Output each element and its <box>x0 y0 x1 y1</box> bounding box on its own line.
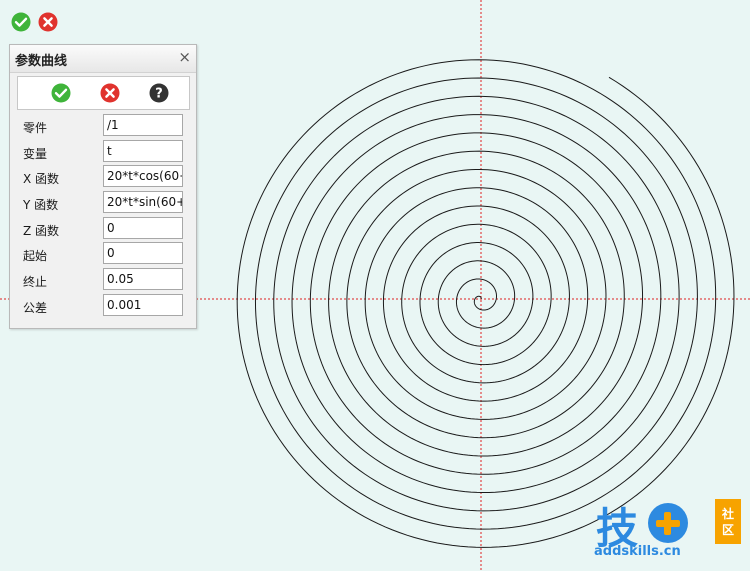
z-function-input[interactable] <box>103 216 183 239</box>
y-function-input[interactable] <box>103 191 183 214</box>
panel-button-row: ? <box>17 76 190 110</box>
cancel-button[interactable] <box>38 12 58 32</box>
logo-badge-text-2: 区 <box>721 522 734 537</box>
field-label-x-function: X 函数 <box>23 172 60 187</box>
tolerance-input[interactable] <box>103 293 183 316</box>
part-input[interactable] <box>103 114 183 136</box>
variable-input[interactable] <box>103 139 183 162</box>
start-input[interactable] <box>103 242 183 265</box>
field-row-y-function: Y 函数 <box>10 190 196 216</box>
check-circle-icon <box>51 83 71 103</box>
watermark-logo: 技 社 区 addskills.cn <box>588 497 748 569</box>
confirm-button[interactable] <box>11 12 31 32</box>
x-function-input[interactable] <box>103 165 183 188</box>
question-circle-icon: ? <box>149 83 169 103</box>
field-row-part: 零件 <box>10 113 196 139</box>
field-label-part: 零件 <box>23 121 48 135</box>
panel-title: 参数曲线 <box>15 54 68 69</box>
x-circle-icon <box>100 83 120 103</box>
parameter-fields: 零件 变量 X 函数 Y 函数 Z 函数 起始 终止 公差 <box>10 113 196 319</box>
logo-badge: 社 区 <box>715 499 741 544</box>
parametric-curve-panel: 参数曲线 × ? 零件 变量 <box>9 44 197 329</box>
logo-site-text: addskills.cn <box>594 544 681 559</box>
x-circle-icon <box>38 12 58 32</box>
end-input[interactable] <box>103 268 183 291</box>
plus-icon <box>648 503 688 543</box>
field-row-x-function: X 函数 <box>10 164 196 190</box>
close-icon[interactable]: × <box>178 49 191 66</box>
spiral-curve[interactable] <box>236 59 735 548</box>
field-row-tolerance: 公差 <box>10 293 196 319</box>
field-row-start: 起始 <box>10 241 196 267</box>
panel-help-button[interactable]: ? <box>149 83 169 103</box>
field-row-z-function: Z 函数 <box>10 216 196 242</box>
logo-badge-text-1: 社 <box>721 506 734 521</box>
field-label-tolerance: 公差 <box>23 300 48 315</box>
field-row-variable: 变量 <box>10 139 196 165</box>
field-label-variable: 变量 <box>23 146 48 161</box>
field-label-end: 终止 <box>23 275 48 290</box>
panel-cancel-button[interactable] <box>100 83 120 103</box>
field-label-start: 起始 <box>23 249 48 264</box>
field-label-y-function: Y 函数 <box>23 198 59 213</box>
field-label-z-function: Z 函数 <box>23 223 60 238</box>
panel-header[interactable]: 参数曲线 × <box>10 45 196 73</box>
panel-ok-button[interactable] <box>51 83 71 103</box>
field-row-end: 终止 <box>10 267 196 293</box>
check-circle-icon <box>11 12 31 32</box>
svg-text:?: ? <box>155 87 163 102</box>
